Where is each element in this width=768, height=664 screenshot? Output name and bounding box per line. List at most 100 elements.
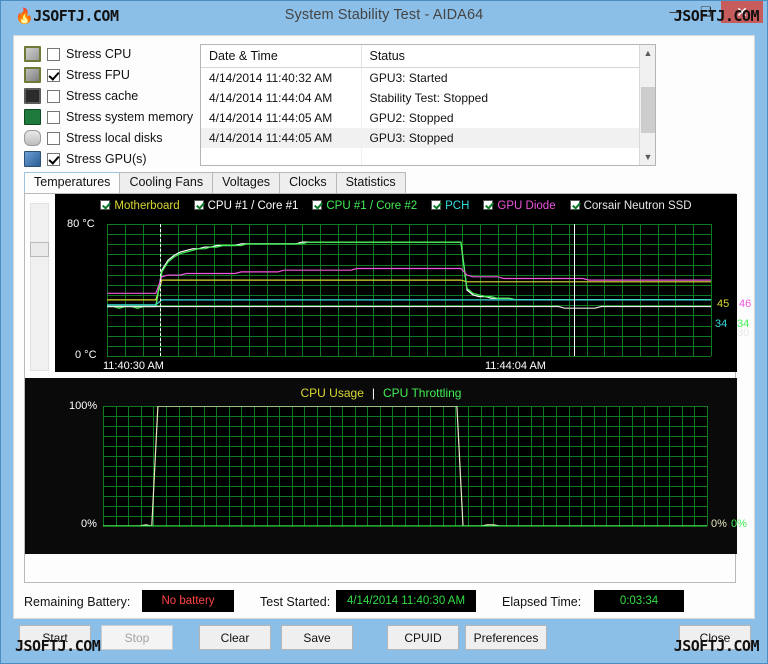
- log-table: Date & Time Status 4/14/2014 11:40:32 AM…: [201, 45, 655, 165]
- series-end-value-label: 46: [739, 298, 752, 310]
- table-row[interactable]: 4/14/2014 11:44:04 AM Stability Test: Sto…: [201, 88, 655, 108]
- watermark-bottom-left: JSOFTJ.COM: [15, 637, 101, 655]
- stress-option-row[interactable]: Stress local disks: [24, 128, 194, 148]
- stress-option-label: Stress system memory: [66, 110, 194, 124]
- data-series-line: [107, 267, 711, 294]
- stop-button-label: Stop: [124, 630, 150, 645]
- stress-option-row[interactable]: Stress cache: [24, 86, 194, 106]
- filler-cell: [361, 148, 655, 165]
- stress-option-row[interactable]: Stress CPU: [24, 44, 194, 64]
- gpu-monitor-icon: [24, 151, 41, 167]
- stress-option-label: Stress cache: [66, 89, 139, 103]
- series-layer: [107, 241, 711, 309]
- client-area: Stress CPU Stress FPU Stress cache Stress s…: [13, 35, 755, 619]
- cpu-usage-end-label: 0%: [711, 518, 727, 530]
- stress-option-checkbox[interactable]: [47, 131, 60, 145]
- cpuid-button-label: CPUID: [404, 630, 442, 645]
- stress-option-checkbox[interactable]: [47, 89, 60, 103]
- stress-options-group: Stress CPU Stress FPU Stress cache Stress s…: [24, 44, 194, 169]
- chevron-up-icon[interactable]: ▲: [640, 45, 655, 61]
- save-button[interactable]: Save: [281, 625, 353, 650]
- cpu-chart-title: CPU Usage | CPU Throttling: [25, 386, 737, 400]
- elapsed-time-label: Elapsed Time:: [502, 595, 582, 609]
- legend-item[interactable]: Motherboard: [100, 200, 180, 212]
- stress-option-checkbox[interactable]: [47, 110, 60, 124]
- tab-label: Temperatures: [34, 175, 111, 189]
- temperature-chart-scrollbar-thumb[interactable]: [30, 242, 49, 257]
- legend-item[interactable]: CPU #1 / Core #1: [193, 200, 298, 212]
- stress-option-row[interactable]: Stress GPU(s): [24, 149, 194, 169]
- chart-cursor-line[interactable]: [574, 224, 575, 356]
- y-axis-min-label: 0 °C: [75, 349, 97, 361]
- stress-option-checkbox[interactable]: [47, 152, 60, 166]
- legend-item[interactable]: CPU #1 / Core #2: [312, 200, 417, 212]
- chart-cursor-line[interactable]: [160, 224, 161, 356]
- table-filler-row: [201, 148, 655, 165]
- gridline: [107, 356, 711, 357]
- legend-checkbox[interactable]: [193, 200, 204, 210]
- clear-button[interactable]: Clear: [199, 625, 271, 650]
- memory-module-icon: [24, 109, 41, 125]
- stress-option-checkbox[interactable]: [47, 47, 60, 61]
- data-series-line: [103, 406, 707, 526]
- legend-checkbox[interactable]: [569, 200, 580, 210]
- legend-label: CPU #1 / Core #2: [326, 200, 418, 212]
- table-row[interactable]: 4/14/2014 11:40:32 AM GPU3: Started: [201, 67, 655, 88]
- fpu-chip-icon: [24, 67, 41, 83]
- data-series-line: [107, 279, 711, 301]
- cpuid-button[interactable]: CPUID: [387, 625, 459, 650]
- tab-voltages[interactable]: Voltages: [212, 172, 281, 193]
- stress-option-label: Stress CPU: [66, 47, 132, 61]
- cpu-chart-title-part: |: [371, 386, 375, 400]
- cache-chip-icon: [24, 88, 41, 104]
- charts-panel: Motherboard CPU #1 / Core #1 CPU #1 / Core…: [24, 193, 751, 583]
- temperature-chart-scrollbar[interactable]: [30, 203, 49, 371]
- stress-option-row[interactable]: Stress FPU: [24, 65, 194, 85]
- gridline: [103, 526, 707, 527]
- series-end-value-label: 34: [715, 318, 728, 330]
- legend-checkbox[interactable]: [431, 200, 442, 210]
- tab-temperatures[interactable]: Temperatures: [24, 172, 121, 193]
- watermark-top-left: 🔥JSOFTJ.COM: [15, 7, 119, 25]
- legend-item[interactable]: Corsair Neutron SSD: [569, 200, 692, 212]
- disk-drive-icon: [24, 130, 41, 146]
- legend-checkbox[interactable]: [100, 200, 111, 210]
- tab-label: Voltages: [222, 175, 271, 189]
- column-header-status[interactable]: Status: [361, 45, 655, 68]
- data-series-line: [107, 241, 711, 309]
- column-header-datetime[interactable]: Date & Time: [201, 45, 362, 68]
- stress-option-label: Stress FPU: [66, 68, 130, 82]
- save-button-label: Save: [303, 630, 331, 645]
- legend-checkbox[interactable]: [312, 200, 323, 210]
- preferences-button-label: Preferences: [473, 630, 539, 645]
- preferences-button[interactable]: Preferences: [465, 625, 547, 650]
- tab-label: Clocks: [289, 175, 327, 189]
- log-scrollbar-thumb[interactable]: [641, 87, 655, 133]
- legend-item[interactable]: GPU Diode: [483, 200, 556, 212]
- event-log-table[interactable]: Date & Time Status 4/14/2014 11:40:32 AM…: [200, 44, 656, 166]
- series-end-value-label: 45: [717, 298, 730, 310]
- chevron-down-icon[interactable]: ▼: [640, 149, 655, 165]
- stress-option-checkbox[interactable]: [47, 68, 60, 82]
- tab-label: Statistics: [345, 175, 396, 189]
- table-row[interactable]: 4/14/2014 11:44:05 AM GPU3: Stopped: [201, 128, 655, 148]
- log-status-cell: GPU3: Stopped: [361, 128, 655, 148]
- legend-item[interactable]: PCH: [431, 200, 469, 212]
- cpu-usage-chart: CPU Usage | CPU Throttling 100% 0% 0% 0%: [25, 378, 747, 554]
- tab-statistics[interactable]: Statistics: [335, 172, 406, 193]
- gridline: [707, 406, 708, 526]
- test-started-value: 4/14/2014 11:40:30 AM: [336, 590, 476, 612]
- tab-cooling-fans[interactable]: Cooling Fans: [119, 172, 214, 193]
- x-axis-end-label: 11:44:04 AM: [485, 360, 546, 372]
- legend-checkbox[interactable]: [483, 200, 494, 210]
- data-series-line: [107, 299, 711, 306]
- legend-label: PCH: [445, 200, 470, 212]
- log-scrollbar[interactable]: ▲ ▼: [639, 45, 655, 165]
- stress-option-row[interactable]: Stress system memory: [24, 107, 194, 127]
- log-status-cell: Stability Test: Stopped: [361, 88, 655, 108]
- stop-button: Stop: [101, 625, 173, 650]
- tab-clocks[interactable]: Clocks: [279, 172, 337, 193]
- table-row[interactable]: 4/14/2014 11:44:05 AM GPU2: Stopped: [201, 108, 655, 128]
- series-layer: [103, 406, 707, 526]
- cpu-plot-area: [103, 406, 708, 527]
